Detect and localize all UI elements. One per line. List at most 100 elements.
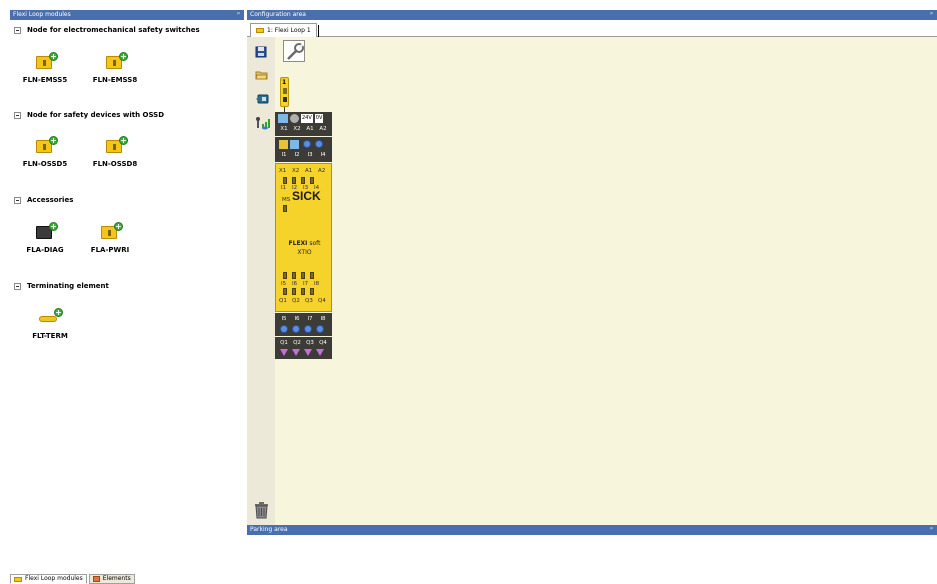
status-led [301, 272, 305, 279]
input-terminal-dot[interactable] [292, 325, 300, 333]
output-terminal-triangle[interactable] [316, 349, 324, 356]
status-led [292, 272, 296, 279]
diagnostic-accessory-icon: + [34, 222, 58, 240]
module-fln-ossd8[interactable]: + FLN-OSSD8 [85, 136, 145, 168]
product-brand-bold: FLEXI [288, 240, 308, 247]
module-fln-emss8[interactable]: + FLN-EMSS8 [85, 52, 145, 84]
left-panel-tabs: Flexi Loop modules Elements [10, 574, 135, 584]
status-led [283, 272, 287, 279]
led-label: Q3 [305, 298, 313, 304]
led-label: Q1 [279, 298, 287, 304]
tab-flexi-loop-1[interactable]: 1: Flexi Loop 1 [250, 23, 319, 37]
warning-icon [278, 114, 288, 123]
led-label: Q2 [292, 298, 300, 304]
group-label: Accessories [27, 196, 74, 204]
input-label: I7 [307, 316, 313, 322]
terminator-icon: + [39, 308, 63, 326]
input-label: I3 [307, 152, 313, 158]
status-led [301, 288, 305, 295]
module-label: FLA-DIAG [26, 246, 64, 254]
ms-label: MS [282, 197, 291, 203]
document-tab-strip: 1: Flexi Loop 1 [247, 20, 937, 37]
pin-icon[interactable]: ᵖ [930, 10, 933, 20]
parking-area[interactable] [247, 535, 937, 584]
output-terminal-triangle[interactable] [304, 349, 312, 356]
parking-area-title-bar: Parking area ᵖ [247, 525, 937, 535]
output-terminal-triangle[interactable] [292, 349, 300, 356]
input-terminal-dot[interactable] [315, 140, 323, 148]
group-header-terminating[interactable]: Terminating element [14, 282, 109, 290]
tab-elements[interactable]: Elements [88, 574, 135, 584]
module-fln-emss5[interactable]: + FLN-EMSS5 [15, 52, 75, 84]
tab-flexi-loop-modules[interactable]: Flexi Loop modules [10, 574, 87, 584]
status-led [283, 288, 287, 295]
input-label: I5 [281, 316, 287, 322]
status-led [310, 272, 314, 279]
tab-label: Elements [102, 575, 131, 582]
pin-icon[interactable]: ᵖ [237, 10, 240, 20]
group-header-ossd[interactable]: Node for safety devices with OSSD [14, 111, 164, 119]
status-led [310, 177, 314, 184]
configuration-canvas[interactable] [247, 20, 937, 525]
panel-title: Flexi Loop modules [13, 11, 71, 18]
module-flt-term[interactable]: + FLT-TERM [20, 308, 80, 340]
signal-icon[interactable] [255, 116, 270, 130]
led-label: I5 [281, 281, 287, 287]
product-model: XTIO [297, 249, 312, 256]
flexi-loop-modules-title-bar: Flexi Loop modules ᵖ [10, 10, 244, 20]
connector-number: 1 [282, 79, 287, 86]
input-terminal-dot[interactable] [280, 325, 288, 333]
input-terminal-block-bottom: I5 I6 I7 I8 [275, 313, 332, 336]
input-terminal-dot[interactable] [316, 325, 324, 333]
wrench-icon [287, 43, 304, 60]
wrench-button[interactable] [283, 40, 305, 62]
collapse-icon[interactable] [14, 111, 21, 119]
panel-title: Configuration area [250, 11, 306, 18]
input-terminal-dot[interactable] [303, 140, 311, 148]
input-label: I1 [281, 152, 287, 158]
flexi-loop-icon [256, 28, 264, 33]
gear-icon [290, 114, 299, 123]
output-terminal-triangle[interactable] [280, 349, 288, 356]
supply-label: 24V [301, 114, 313, 123]
save-icon[interactable] [255, 46, 268, 58]
module-fla-pwri[interactable]: + FLA-PWRI [80, 222, 140, 254]
status-led [292, 177, 296, 184]
collapse-icon[interactable] [14, 26, 21, 34]
terminal-label: X1 [280, 126, 288, 132]
input-terminal-dot[interactable] [304, 325, 312, 333]
top-terminal-block: 24V 0V X1 X2 A1 A2 [275, 112, 332, 136]
elements-icon [92, 576, 100, 582]
trash-icon[interactable] [254, 501, 269, 519]
import-icon[interactable] [255, 93, 269, 105]
group-header-electromechanical[interactable]: Node for electromechanical safety switch… [14, 26, 200, 34]
led-label: I7 [303, 281, 309, 287]
input-label: I4 [320, 152, 326, 158]
connector-tag[interactable]: 1 [280, 77, 289, 107]
module-fln-ossd5[interactable]: + FLN-OSSD5 [15, 136, 75, 168]
open-folder-icon[interactable] [255, 69, 268, 81]
output-label: Q3 [306, 340, 314, 346]
status-led [310, 288, 314, 295]
connector-led [283, 97, 287, 102]
led-label: X2 [292, 168, 300, 174]
product-name: FLEXI soft [276, 240, 333, 247]
flexi-loop-icon [14, 576, 22, 582]
connector-led [283, 88, 287, 94]
module-label: FLN-OSSD8 [92, 160, 138, 168]
collapse-icon[interactable] [14, 196, 21, 204]
flexi-soft-xtio-module[interactable]: 24V 0V X1 X2 A1 A2 I1 I2 I3 I4 X1 X2 A1 [275, 112, 332, 366]
input-sensor-icon [290, 140, 299, 149]
flexi-loop-node-icon: + [104, 136, 128, 154]
group-header-accessories[interactable]: Accessories [14, 196, 73, 204]
module-label: FLN-EMSS5 [22, 76, 68, 84]
panel-title: Parking area [250, 526, 288, 533]
power-accessory-icon: + [99, 222, 123, 240]
input-sensor-icon [279, 140, 288, 149]
pin-icon[interactable]: ᵖ [930, 525, 933, 535]
collapse-icon[interactable] [14, 282, 21, 290]
module-fla-diag[interactable]: + FLA-DIAG [15, 222, 75, 254]
module-body: X1 X2 A1 A2 I1 I2 I3 I4 MS SICK FLEXI so… [275, 163, 332, 312]
configuration-area-title-bar: Configuration area ᵖ [247, 10, 937, 20]
text-caret [317, 25, 319, 37]
